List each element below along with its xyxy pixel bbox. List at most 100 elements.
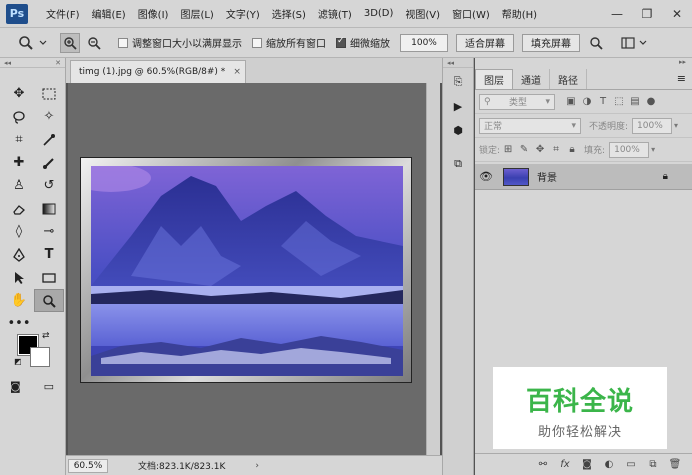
zoom-tool[interactable] — [34, 289, 64, 312]
crop-tool[interactable]: ⌗ — [4, 128, 34, 151]
minimize-button[interactable]: — — [602, 0, 632, 28]
fill-field[interactable]: 100% — [609, 141, 650, 158]
layer-filter-select[interactable]: ⚲ 类型 ▾ — [479, 93, 555, 110]
actions-panel-button[interactable]: ▶ — [447, 96, 469, 116]
gradient-tool[interactable] — [34, 197, 64, 220]
history-panel-button[interactable]: ⎘ — [447, 72, 469, 92]
menu-select[interactable]: 选择(S) — [266, 6, 312, 21]
screen-mode-icon[interactable]: ▭ — [44, 380, 54, 393]
blur-tool[interactable]: ◊ — [4, 220, 34, 243]
eye-icon[interactable]: 👁︎ — [475, 170, 497, 183]
eyedropper-tool[interactable] — [34, 128, 64, 151]
vertical-scrollbar[interactable] — [426, 83, 440, 455]
clone-stamp-tool[interactable]: ♙ — [4, 174, 34, 197]
zoom-all-checkbox[interactable] — [252, 37, 262, 48]
history-brush-tool[interactable]: ↺ — [34, 174, 64, 197]
fit-screen-button[interactable]: 适合屏幕 — [456, 33, 514, 52]
menu-type[interactable]: 文字(Y) — [220, 6, 266, 21]
tools-panel-header[interactable]: ◂◂ ✕ — [0, 58, 65, 68]
scrubby-zoom-option[interactable]: 细微缩放 — [336, 35, 390, 50]
close-panel-icon[interactable]: ✕ — [55, 59, 61, 67]
blend-mode-select[interactable]: 正常 ▾ — [479, 117, 581, 134]
menu-layer[interactable]: 图层(L) — [174, 6, 219, 21]
link-icon[interactable]: ⚯ — [532, 459, 554, 470]
filter-type-icon[interactable]: T — [595, 96, 611, 107]
restore-button[interactable]: ❐ — [632, 0, 662, 28]
lock-transparent-icon[interactable]: ⊞ — [500, 144, 516, 155]
collapse-arrows-icon[interactable]: ◂◂ — [447, 59, 454, 67]
resize-windows-checkbox[interactable] — [118, 37, 128, 48]
pen-tool[interactable] — [4, 243, 34, 266]
filter-shape-icon[interactable]: ⬚ — [611, 96, 627, 107]
menu-filter[interactable]: 滤镜(T) — [312, 6, 358, 21]
menu-window[interactable]: 窗口(W) — [446, 6, 496, 21]
dock-header[interactable]: ◂◂ — [443, 58, 473, 68]
color-swatches[interactable]: ⇄ ◩ — [14, 331, 56, 371]
close-document-icon[interactable]: × — [233, 67, 241, 77]
chevron-down-icon[interactable]: ▾ — [674, 121, 678, 130]
chevron-down-icon[interactable]: ▾ — [651, 145, 655, 154]
mask-icon[interactable]: ◙ — [576, 459, 598, 470]
marquee-tool[interactable] — [34, 82, 64, 105]
lock-pixels-icon[interactable]: ✎ — [516, 144, 532, 155]
adjustment-icon[interactable]: ◐ — [598, 459, 620, 470]
collapse-arrows-icon[interactable]: ◂◂ — [4, 59, 11, 67]
eraser-tool[interactable] — [4, 197, 34, 220]
healing-brush-tool[interactable]: ✚ — [4, 151, 34, 174]
default-colors-icon[interactable]: ◩ — [14, 357, 22, 366]
properties-panel-button[interactable]: ⧉ — [447, 154, 469, 174]
panel-menu-icon[interactable]: ≡ — [677, 72, 686, 85]
quick-mask-icon[interactable]: ◙ — [10, 380, 21, 393]
zoom-percent-field[interactable]: 100% — [400, 33, 448, 52]
trash-icon[interactable]: 🗑︎ — [664, 459, 686, 470]
filter-adjustment-icon[interactable]: ◑ — [579, 96, 595, 107]
zoom-out-button[interactable] — [84, 33, 104, 53]
magic-wand-tool[interactable]: ✧ — [34, 105, 64, 128]
search-button[interactable] — [586, 33, 606, 53]
hand-tool[interactable]: ✋ — [4, 289, 34, 312]
brush-tool[interactable] — [34, 151, 64, 174]
scrubby-zoom-checkbox[interactable] — [336, 36, 346, 48]
filter-smart-object-icon[interactable]: ▤ — [627, 96, 643, 107]
tab-paths[interactable]: 路径 — [550, 69, 587, 89]
shape-tool[interactable] — [34, 266, 64, 289]
canvas-area[interactable] — [68, 83, 426, 455]
lock-position-icon[interactable]: ✥ — [532, 144, 548, 155]
collapse-arrows-icon[interactable]: ▸▸ — [679, 58, 686, 68]
layer-row[interactable]: 👁︎ 背景 🔒︎ — [475, 164, 692, 190]
status-zoom-field[interactable]: 60.5% — [68, 458, 108, 473]
layers-panel-top[interactable]: ▸▸ — [475, 58, 692, 68]
resize-windows-option[interactable]: 调整窗口大小以满屏显示 — [118, 35, 242, 50]
menu-help[interactable]: 帮助(H) — [496, 6, 543, 21]
zoom-in-button[interactable] — [60, 32, 80, 53]
3d-panel-button[interactable]: ⬢ — [447, 120, 469, 140]
workspace-button[interactable] — [618, 33, 638, 53]
zoom-all-option[interactable]: 缩放所有窗口 — [252, 35, 326, 50]
path-selection-tool[interactable] — [4, 266, 34, 289]
folder-icon[interactable]: ▭ — [620, 459, 642, 470]
menu-3d[interactable]: 3D(D) — [358, 8, 400, 19]
fill-screen-button[interactable]: 填充屏幕 — [522, 33, 580, 52]
tab-channels[interactable]: 通道 — [513, 69, 550, 89]
menu-image[interactable]: 图像(I) — [132, 6, 175, 21]
tool-preset-picker[interactable] — [18, 35, 56, 51]
lasso-tool[interactable] — [4, 105, 34, 128]
background-color[interactable] — [30, 347, 50, 367]
document-tab[interactable]: timg (1).jpg @ 60.5%(RGB/8#) * × — [70, 60, 246, 83]
move-tool[interactable]: ✥ — [4, 82, 34, 105]
menu-file[interactable]: 文件(F) — [40, 6, 86, 21]
more-tools[interactable]: ••• — [4, 312, 34, 335]
type-tool[interactable]: T — [34, 243, 64, 266]
tab-layers[interactable]: 图层 — [475, 69, 513, 89]
new-layer-icon[interactable]: ⧉ — [642, 459, 664, 470]
swap-colors-icon[interactable]: ⇄ — [42, 331, 50, 341]
filter-pixel-icon[interactable]: ▣ — [563, 96, 579, 107]
menu-edit[interactable]: 编辑(E) — [86, 6, 132, 21]
menu-view[interactable]: 视图(V) — [399, 6, 446, 21]
lock-artboard-icon[interactable]: ⌗ — [548, 144, 564, 155]
close-button[interactable]: ✕ — [662, 0, 692, 28]
filter-toggle-icon[interactable]: ● — [643, 96, 659, 107]
lock-all-icon[interactable]: 🔒︎ — [564, 144, 580, 155]
opacity-field[interactable]: 100% — [632, 117, 673, 134]
dodge-tool[interactable]: ⊸ — [34, 220, 64, 243]
